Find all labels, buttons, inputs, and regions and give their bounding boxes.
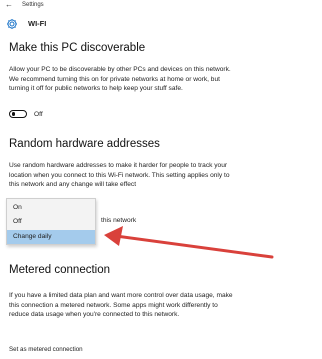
random-hw-partial-text: this network [101, 217, 137, 224]
gear-icon [6, 17, 18, 29]
toggle-knob [11, 112, 15, 116]
back-arrow-icon[interactable]: ← [5, 0, 13, 10]
discoverable-toggle[interactable] [9, 110, 27, 118]
random-hw-dropdown[interactable]: On Off Change daily [6, 198, 96, 245]
metered-connection-label: Set as metered connection [9, 346, 83, 353]
random-hw-heading: Random hardware addresses [9, 138, 160, 150]
dropdown-option-off[interactable]: Off [7, 215, 95, 229]
app-title: Settings [22, 2, 44, 8]
metered-description: If you have a limited data plan and want… [9, 292, 233, 319]
dropdown-option-change-daily[interactable]: Change daily [7, 230, 95, 244]
random-hw-description: Use random hardware addresses to make it… [9, 162, 230, 189]
discoverable-toggle-row: Off [9, 110, 43, 118]
toggle-state-label: Off [34, 110, 43, 118]
dropdown-option-on[interactable]: On [7, 201, 95, 215]
metered-heading: Metered connection [9, 264, 111, 276]
page-title: WI-FI [28, 18, 47, 28]
page-header: WI-FI [6, 15, 46, 31]
discoverable-description: Allow your PC to be discoverable by othe… [9, 66, 231, 93]
discoverable-heading: Make this PC discoverable [9, 42, 146, 54]
title-bar: ← Settings [0, 0, 322, 12]
